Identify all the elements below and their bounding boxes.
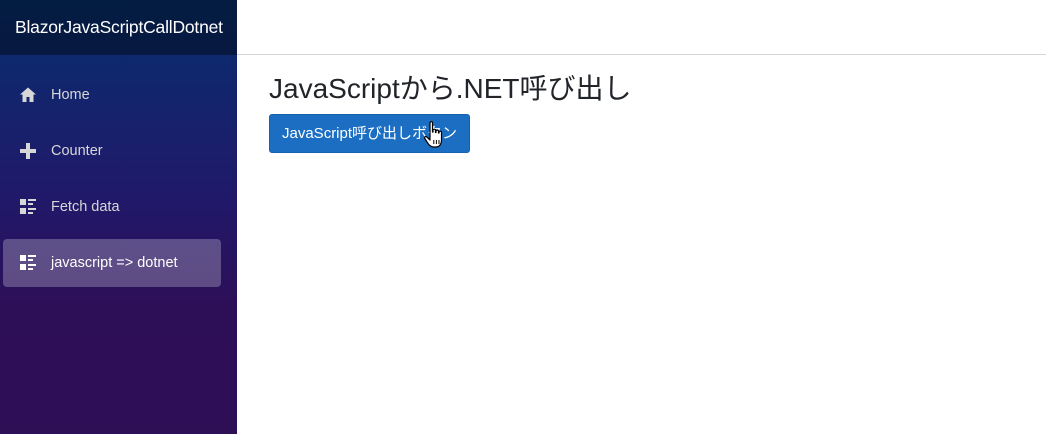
nav-link-fetch-data[interactable]: Fetch data xyxy=(3,183,221,231)
nav-item-javascript-dotnet: javascript => dotnet xyxy=(0,239,237,295)
home-icon xyxy=(18,85,38,105)
app-brand-link[interactable]: BlazorJavaScriptCallDotnet xyxy=(15,17,223,38)
nav-label-counter: Counter xyxy=(51,143,103,159)
javascript-call-button[interactable]: JavaScript呼び出しボタン xyxy=(269,114,471,153)
nav-link-home[interactable]: Home xyxy=(3,71,221,119)
nav-label-fetch-data: Fetch data xyxy=(51,199,120,215)
nav-item-fetch-data: Fetch data xyxy=(0,183,237,239)
nav-menu: Home Counter Fetch data javascript => do… xyxy=(0,55,237,295)
list-rich-icon xyxy=(18,197,38,217)
list-rich-icon xyxy=(18,253,38,273)
nav-link-javascript-dotnet[interactable]: javascript => dotnet xyxy=(3,239,221,287)
nav-item-home: Home xyxy=(0,71,237,127)
page-title: JavaScriptから.NET呼び出し xyxy=(269,73,632,104)
nav-label-home: Home xyxy=(51,87,90,103)
top-row xyxy=(237,0,1046,55)
plus-icon xyxy=(18,141,38,161)
brand-bar: BlazorJavaScriptCallDotnet xyxy=(0,0,237,55)
main-content: JavaScriptから.NET呼び出し JavaScript呼び出しボタン xyxy=(269,72,1029,153)
nav-label-javascript-dotnet: javascript => dotnet xyxy=(51,255,178,271)
nav-link-counter[interactable]: Counter xyxy=(3,127,221,175)
nav-item-counter: Counter xyxy=(0,127,237,183)
sidebar: BlazorJavaScriptCallDotnet Home Counter xyxy=(0,0,237,434)
